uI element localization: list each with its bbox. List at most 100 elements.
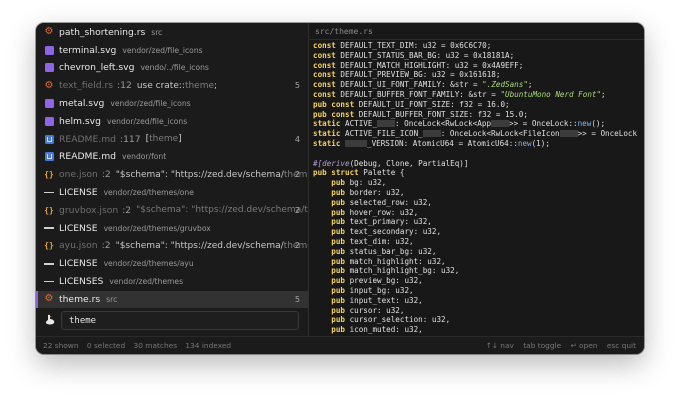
snippet-prefix: "$schema": "https://zed.dev/schema/ xyxy=(115,240,284,251)
code-line: pub icon_muted: u32, xyxy=(313,325,637,335)
search-bar xyxy=(36,306,308,336)
result-name: theme.rs xyxy=(59,293,101,305)
code-token: pub const xyxy=(313,109,355,119)
result-line-number: :117 xyxy=(119,133,141,145)
result-name: helm.svg xyxy=(59,115,101,127)
code-token: selected_row: u32, xyxy=(345,197,432,207)
code-line: pub bg: u32, xyxy=(313,178,637,188)
result-path: vendo/../file_icons xyxy=(140,63,209,73)
result-row[interactable]: helm.svg vendor/zed/file_icons xyxy=(36,113,308,131)
code-token: DEFAULT_BUFFER_FONT_SIZE: f32 = 15.0; xyxy=(354,109,528,119)
json-icon: {} xyxy=(44,205,54,215)
result-path: vendor/zed/file_icons xyxy=(110,99,191,109)
code-line: static ACTIVE_: OnceLock<RwLock<App >> = … xyxy=(313,119,637,129)
code-token: pub xyxy=(313,285,346,295)
match-count: 30 matches xyxy=(133,341,178,350)
result-snippet: use crate::theme; xyxy=(137,81,217,91)
license-icon xyxy=(42,263,56,265)
result-name: LICENSES xyxy=(59,276,104,288)
result-row[interactable]: ⚙ text_field.rs:12 use crate::theme; 5 xyxy=(36,77,308,95)
svg-file-icon xyxy=(42,63,56,73)
code-token: hover_row: u32, xyxy=(345,207,419,217)
result-line-number: :2 xyxy=(101,169,111,181)
code-line: static _VERSION: AtomicU64 = AtomicU64::… xyxy=(313,139,637,149)
snippet-prefix: "$schema": "https://zed.dev/schema/ xyxy=(115,169,284,180)
result-row[interactable]: {} one.json:2 "$schema": "https://zed.dev/… xyxy=(36,166,308,184)
result-row[interactable]: {} ayu.json:2 "$schema": "https://zed.dev/… xyxy=(36,237,308,255)
snippet-prefix: use crate:: xyxy=(136,80,185,91)
code-token: const xyxy=(313,80,336,90)
code-token: const xyxy=(313,41,336,50)
code-token: pub struct xyxy=(313,168,359,178)
status-bar: 22 shown 0 selected 30 matches 134 index… xyxy=(36,336,644,354)
code-token: pub xyxy=(313,207,346,217)
code-token: : OnceLock<RwLock<App xyxy=(395,119,492,129)
code-token: static xyxy=(313,119,341,129)
result-name: chevron_left.svg xyxy=(59,62,135,74)
redacted-block xyxy=(377,120,396,128)
code-token: ".ZedSans" xyxy=(482,80,528,90)
result-match-count: 2 xyxy=(294,170,300,180)
code-token: text_primary: u32, xyxy=(345,217,432,227)
code-token: (1); xyxy=(531,138,550,148)
code-line: pub input_text: u32, xyxy=(313,296,637,306)
code-token: (); xyxy=(591,119,606,129)
code-token: const xyxy=(313,60,336,70)
license-icon xyxy=(42,227,56,229)
result-row[interactable]: terminal.svg vendor/zed/file_icons xyxy=(36,41,308,59)
code-line: const DEFAULT_STATUS_BAR_BG: u32 = 0x181… xyxy=(313,51,637,61)
code-line: const DEFAULT_PREVIEW_BG: u32 = 0x161618… xyxy=(313,70,637,80)
code-token: pub xyxy=(313,266,346,276)
result-row[interactable]: LICENSE vendor/zed/themes/gruvbox xyxy=(36,219,308,237)
result-row[interactable]: LICENSE vendor/zed/themes/one xyxy=(36,184,308,202)
tab-hint: tab toggle xyxy=(523,341,562,350)
code-token: border: u32, xyxy=(345,187,405,197)
code-token: ; xyxy=(601,89,606,99)
result-row[interactable]: README.md:117 [theme] 4 xyxy=(36,130,308,148)
markdown-icon xyxy=(42,134,56,144)
result-name: metal.svg xyxy=(59,98,105,110)
code-token: DEFAULT_TEXT_DIM: u32 = 0x6C6C70; xyxy=(335,41,492,50)
result-row[interactable]: LICENSES vendor/zed/themes xyxy=(36,273,308,291)
code-token: pub xyxy=(313,246,346,256)
result-match-count: 2 xyxy=(294,241,300,251)
result-path: vendor/font xyxy=(121,152,167,162)
result-row[interactable]: README.md vendor/font xyxy=(36,148,308,166)
result-snippet: "$schema": "https://zed.dev/schema/them xyxy=(136,205,308,215)
json-icon: {} xyxy=(44,170,54,180)
result-row[interactable]: LICENSE vendor/zed/themes/ayu xyxy=(36,255,308,273)
result-snippet: "$schema": "https://zed.dev/schema/theme… xyxy=(116,241,308,251)
snippet-prefix: "$schema": "https://zed.dev/schema/them xyxy=(136,205,308,216)
code-line: pub selected_row: u32, xyxy=(313,198,637,208)
code-token: icon_muted: u32, xyxy=(345,325,423,335)
result-name: README.md xyxy=(59,133,116,145)
code-line: pub text_secondary: u32, xyxy=(313,227,637,237)
preview-title: src/theme.rs xyxy=(315,27,373,36)
preview-panel: src/theme.rs const DEFAULT_TEXT_DIM: u32… xyxy=(309,23,644,336)
code-line: static ACTIVE_FILE_ICON_: OnceLock<RwLoc… xyxy=(313,129,637,139)
code-token: pub const xyxy=(313,99,355,109)
code-line: pub cursor: u32, xyxy=(313,306,637,316)
result-row[interactable]: chevron_left.svg vendo/../file_icons xyxy=(36,59,308,77)
redacted-block xyxy=(559,130,578,138)
result-path: vendor/zed/themes xyxy=(109,277,184,287)
search-input[interactable] xyxy=(61,311,299,330)
result-row[interactable]: ⚙ path_shortening.rs src xyxy=(36,24,308,42)
license-icon xyxy=(42,280,56,283)
code-line: pub text_primary: u32, xyxy=(313,217,637,227)
result-name: text_field.rs xyxy=(59,80,114,92)
code-token: new xyxy=(517,138,532,148)
code-token: #[derive xyxy=(313,158,350,168)
code-line: pub struct Palette { xyxy=(313,168,637,178)
file-finder-window: ⚙ path_shortening.rs src terminal.svg vendor… xyxy=(36,23,644,354)
code-line: pub text_dim: u32, xyxy=(313,237,637,247)
result-match-count: 5 xyxy=(294,294,300,304)
result-row[interactable]: {} gruvbox.json:2 "$schema": "https://zed.… xyxy=(36,202,308,220)
code-line: pub status_bar_bg: u32, xyxy=(313,247,637,257)
code-line: pub match_highlight_bg: u32, xyxy=(313,266,637,276)
code-token: new xyxy=(577,119,592,129)
result-snippet: [theme] xyxy=(146,134,182,144)
result-name: LICENSE xyxy=(59,258,98,270)
result-path: src xyxy=(151,27,163,37)
result-row[interactable]: metal.svg vendor/zed/file_icons xyxy=(36,95,308,113)
